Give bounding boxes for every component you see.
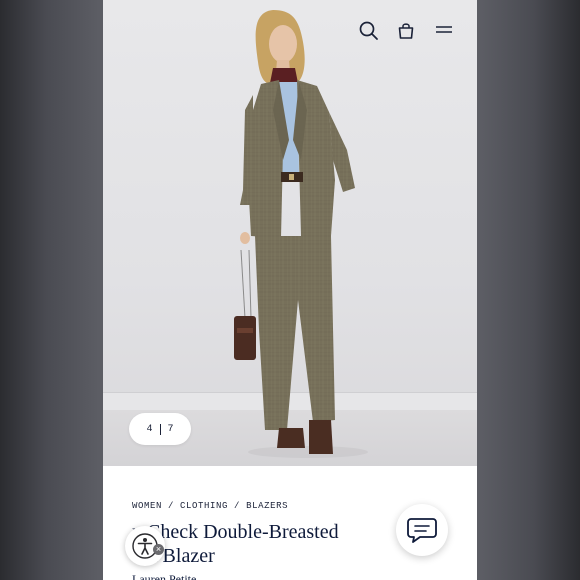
- product-title: n Check Double-Breasted ool Blazer: [132, 520, 394, 568]
- shopping-bag-icon[interactable]: [393, 18, 419, 44]
- breadcrumb-women[interactable]: WOMEN: [132, 501, 162, 511]
- menu-icon[interactable]: [431, 18, 457, 44]
- image-pager[interactable]: 4 7: [129, 413, 191, 445]
- product-image-gallery[interactable]: 4 7: [103, 0, 477, 466]
- product-title-line-1: n Check Double-Breasted: [132, 521, 339, 543]
- breadcrumb-separator: /: [168, 501, 175, 511]
- pager-divider: [159, 423, 161, 435]
- chat-bubble-icon: [407, 518, 437, 543]
- pager-current: 4: [146, 423, 153, 435]
- top-navigation-bar: [103, 0, 477, 62]
- breadcrumb-separator: /: [234, 501, 241, 511]
- breadcrumb: WOMEN / CLOTHING / BLAZERS: [132, 501, 288, 511]
- product-brand: Lauren Petite: [132, 572, 197, 580]
- product-photo-model: [234, 10, 368, 458]
- pager-total: 7: [167, 423, 174, 435]
- product-page: 4 7 WOMEN / CLOTHING / BLAZERS n Check Doubl…: [103, 0, 477, 580]
- chat-button[interactable]: [396, 504, 448, 556]
- search-icon[interactable]: [356, 18, 382, 44]
- product-title-line-2: ool Blazer: [132, 545, 215, 567]
- breadcrumb-clothing[interactable]: CLOTHING: [180, 501, 228, 511]
- accessibility-dismiss-button[interactable]: ×: [153, 544, 164, 555]
- breadcrumb-blazers[interactable]: BLAZERS: [246, 501, 288, 511]
- product-info-panel: WOMEN / CLOTHING / BLAZERS n Check Double-Br…: [103, 466, 477, 580]
